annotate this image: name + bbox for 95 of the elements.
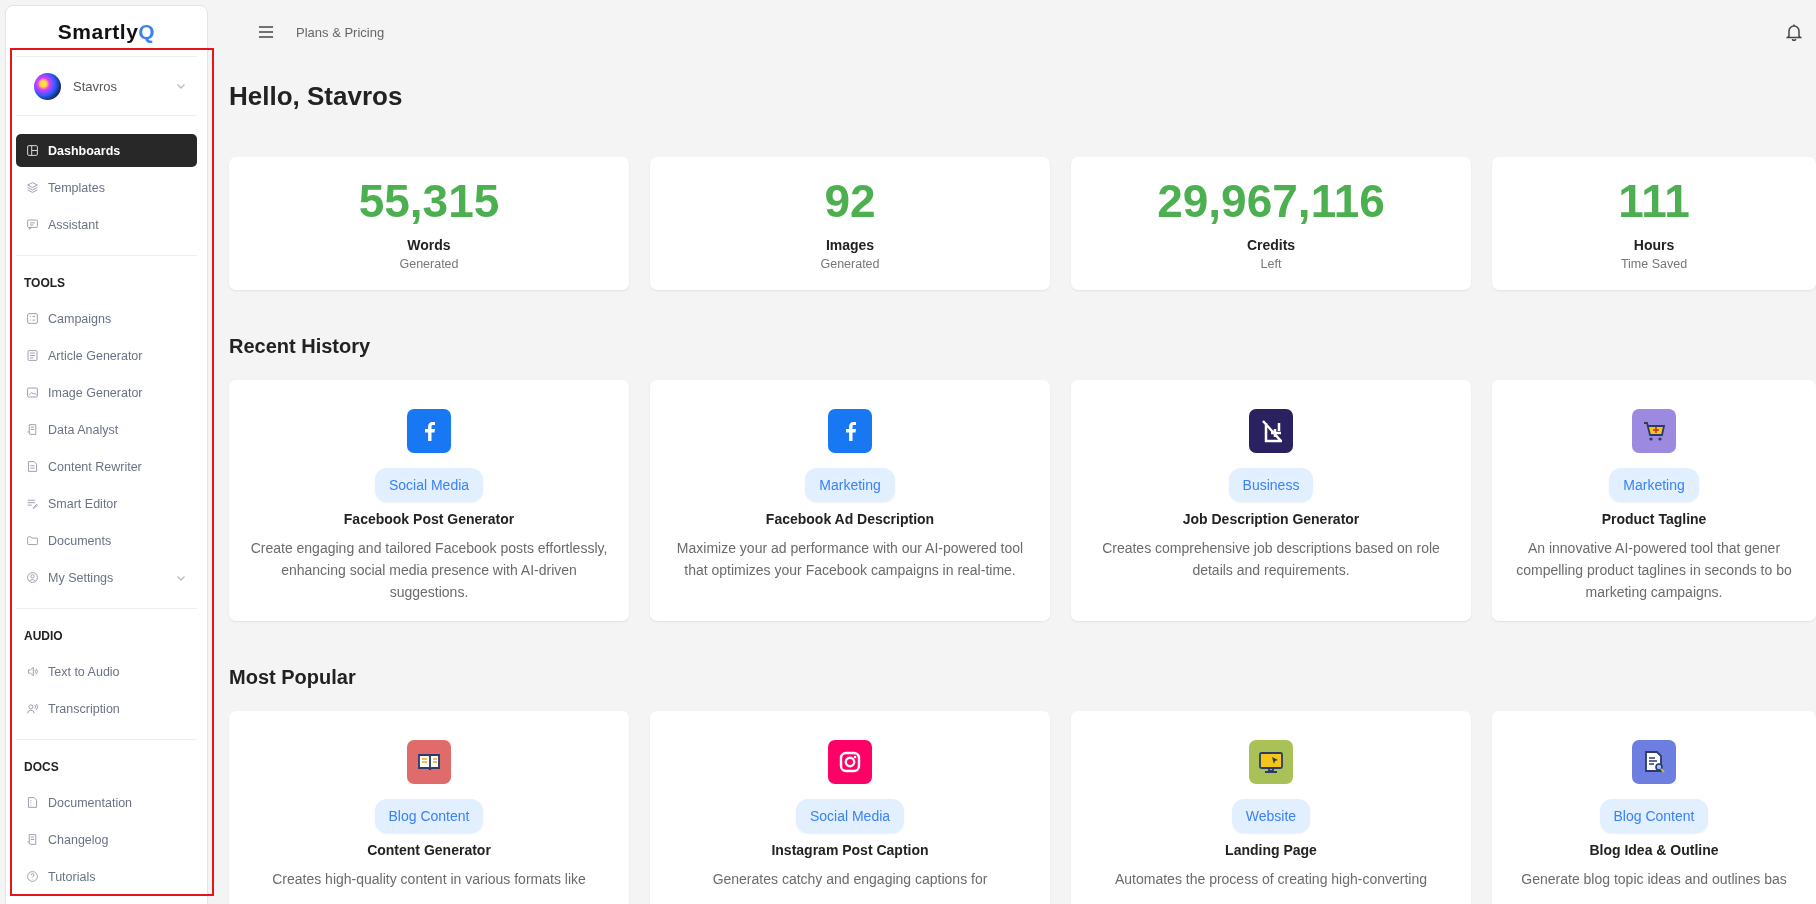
dashboard-icon [26,144,39,157]
layers-icon [26,181,39,194]
edit-icon [26,497,39,510]
template-card[interactable]: Blog Content Content Generator Creates high-quality content in various formats like [229,711,629,904]
stat-label: Hours [1633,237,1675,253]
stat-caption: Generated [820,257,880,271]
template-card[interactable]: Marketing Facebook Ad Description Maximize your ad performance with our AI-powered tool that optimizes your Facebook campaigns in real-time. [650,380,1050,621]
template-title: Landing Page [1225,842,1317,858]
category-tag: Website [1231,799,1311,833]
receipt-icon [26,833,39,846]
template-title: Content Generator [367,842,491,858]
chat-icon [26,218,39,231]
user-icon [26,571,39,584]
category-tag: Business [1228,468,1314,502]
nav-item[interactable]: Transcription [16,692,197,725]
template-description: Generates catchy and engaging captions for [712,870,988,889]
nav-item[interactable]: Documents [16,524,197,557]
template-title: Facebook Post Generator [343,511,515,527]
template-description: Generate blog topic ideas and outlines bas [1521,870,1787,889]
instagram-icon [828,740,872,784]
help-icon [26,870,39,883]
template-card[interactable]: Website Landing Page Automates the process of creating high-converting [1071,711,1471,904]
facebook-icon [828,409,872,453]
template-title: Job Description Generator [1182,511,1360,527]
section-title: Recent History [229,334,372,358]
template-card[interactable]: Social Media Instagram Post Caption Generates catchy and engaging captions for [650,711,1050,904]
nav-item[interactable]: Documentation [16,786,197,819]
article-icon [26,349,39,362]
plans-pricing-link[interactable]: Plans & Pricing [296,24,385,40]
stat-caption: Time Saved [1620,257,1688,271]
nav-item[interactable]: My Settings [16,561,197,594]
stat-value: 29,967,116 [1157,175,1385,227]
template-card[interactable]: Blog Content Blog Idea & Outline Generate blog topic ideas and outlines bas [1492,711,1816,904]
nav-item[interactable]: Data Analyst [16,413,197,446]
notification-bell-icon[interactable] [1786,23,1802,41]
section-title: Most Popular [229,665,357,689]
stat-value: 111 [1618,175,1690,227]
template-description: Create engaging and tailored Facebook posts effortlessly, enhancing social media presence with AI-driven suggestions. [249,539,609,602]
section-heading: AUDIO [23,628,64,645]
nav-item[interactable]: Campaigns [16,302,197,335]
speaker-icon [26,665,39,678]
template-card[interactable]: Business Job Description Generator Creates comprehensive job descriptions based on role details and requirements. [1071,380,1471,621]
facebook-icon [407,409,451,453]
template-title: Instagram Post Caption [771,842,929,858]
menu-icon[interactable] [258,26,274,38]
template-description: Creates comprehensive job descriptions based on role details and requirements. [1101,539,1441,580]
nav-item[interactable]: Article Generator [16,339,197,372]
category-tag: Blog Content [1599,799,1709,833]
category-tag: Marketing [805,468,895,502]
template-description: Automates the process of creating high-converting [1114,870,1428,889]
grid-icon [26,312,39,325]
cart-icon [1632,409,1676,453]
nav-item[interactable]: Text to Audio [16,655,197,688]
template-card[interactable]: Marketing Product Tagline An innovative AI-powered tool that gener compelling product taglines in seconds to bo marketing campaigns. [1492,380,1816,621]
monitor-icon [1249,740,1293,784]
stat-caption: Left [1260,257,1282,271]
doc-icon [26,796,39,809]
stat-label: Credits [1246,237,1296,253]
nav-item[interactable]: Dashboards [16,134,197,167]
stat-value: 92 [824,175,876,227]
section-heading: DOCS [23,759,60,776]
voice-icon [26,702,39,715]
receipt-icon [26,423,39,436]
book-icon [407,740,451,784]
category-tag: Blog Content [374,799,484,833]
category-tag: Social Media [374,468,484,502]
template-card[interactable]: Social Media Facebook Post Generator Create engaging and tailored Facebook posts effortlessly, enhancing social media presence with AI-driven suggestions. [229,380,629,621]
category-tag: Social Media [795,799,905,833]
nav-item[interactable]: Tutorials [16,860,197,893]
template-description: Maximize your ad performance with our AI-powered tool that optimizes your Facebook campaigns in real-time. [675,539,1025,580]
app-logo[interactable]: SmartlyQ [16,6,197,57]
document-icon [1632,740,1676,784]
nav-item[interactable]: Content Rewriter [16,450,197,483]
greeting-heading: Hello, Stavros [229,80,404,112]
template-description: Creates high-quality content in various formats like [272,870,586,889]
avatar-icon [34,72,61,100]
nav-item[interactable]: Image Generator [16,376,197,409]
nav-item[interactable]: Smart Editor [16,487,197,520]
stat-caption: Generated [399,257,459,271]
template-title: Product Tagline [1601,511,1707,527]
stat-value: 55,315 [358,175,500,227]
nav-item[interactable]: Assistant [16,208,197,241]
template-title: Facebook Ad Description [765,511,935,527]
section-heading: TOOLS [23,275,67,292]
stat-label: Words [407,237,451,253]
nav-item[interactable]: Templates [16,171,197,204]
folder-icon [26,534,39,547]
user-menu[interactable]: Stavros [16,57,197,116]
category-tag: Marketing [1609,468,1699,502]
stat-label: Images [825,237,875,253]
template-title: Blog Idea & Outline [1589,842,1719,858]
image-icon [26,386,39,399]
page-icon [26,460,39,473]
template-description: An innovative AI-powered tool that gener compelling product taglines in seconds to bo marketing campaigns. [1515,539,1793,602]
nav-item[interactable]: Changelog [16,823,197,856]
